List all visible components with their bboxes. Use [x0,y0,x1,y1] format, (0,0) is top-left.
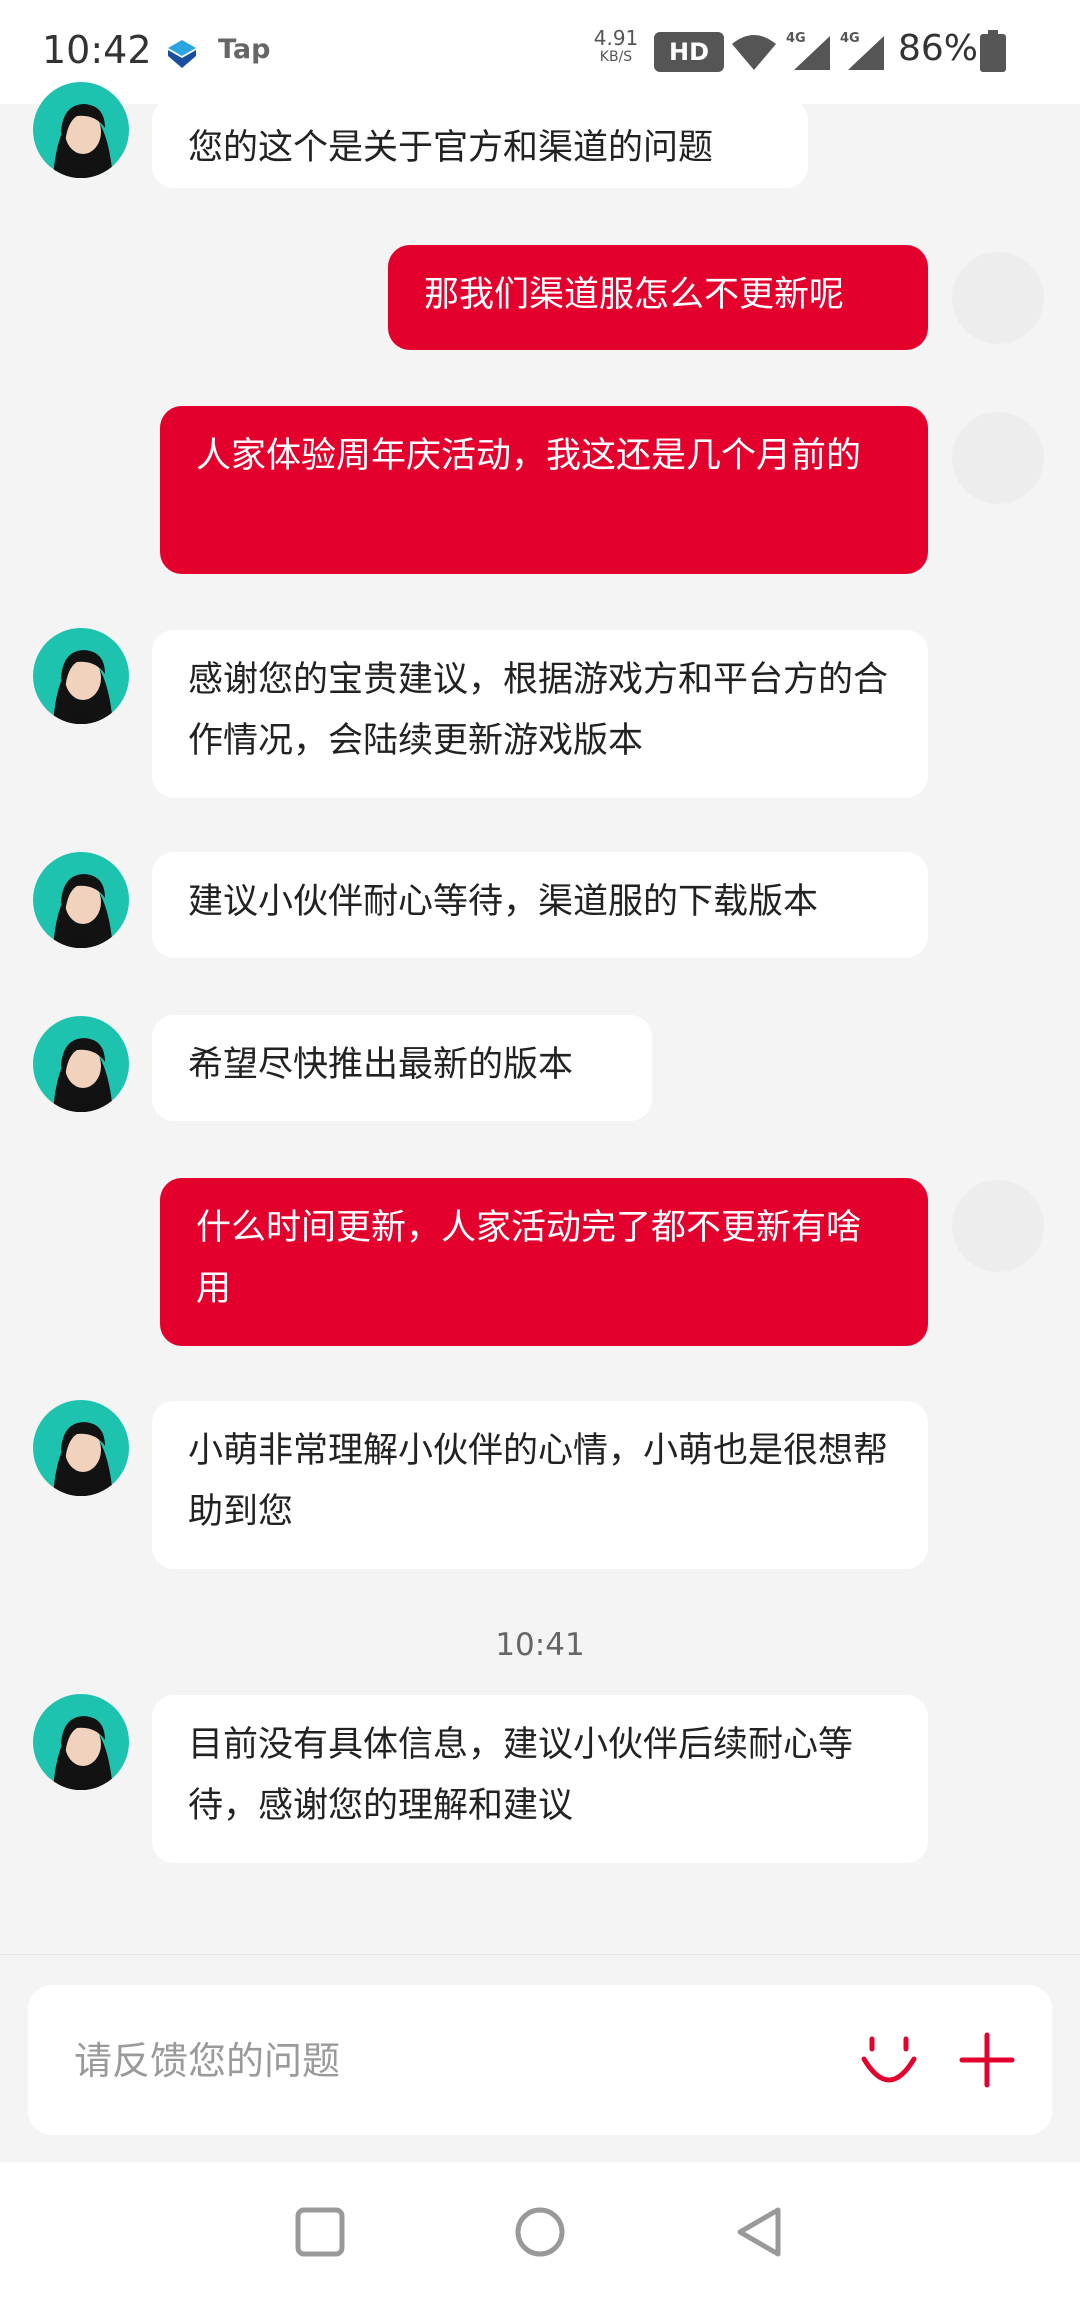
message-bubble-user: 那我们渠道服怎么不更新呢 [388,245,928,350]
network-speed-value: 4.91 [593,26,639,50]
agent-avatar[interactable] [33,1016,129,1112]
message-bubble-agent: 您的这个是关于官方和渠道的问题 [152,98,808,188]
wifi-icon [732,35,776,70]
agent-avatar[interactable] [33,1400,129,1496]
battery-percent: 86% [898,28,979,69]
navigation-bar [0,2162,1080,2297]
signal-4g-icon-2: 4G [840,31,884,70]
person-avatar-icon [53,1716,113,1790]
triangle-back-icon[interactable] [730,2202,790,2262]
person-avatar-icon [53,1422,113,1496]
person-avatar-icon [53,1038,113,1112]
message-bubble-agent: 小萌非常理解小伙伴的心情，小萌也是很想帮助到您 [152,1401,928,1569]
input-area [0,1954,1080,2163]
feedback-input[interactable] [72,2015,856,2107]
message-bubble-agent: 希望尽快推出最新的版本 [152,1015,652,1121]
signal-4g-icon: 4G [786,31,830,70]
user-avatar[interactable] [952,1180,1044,1272]
agent-avatar[interactable] [33,852,129,948]
message-bubble-agent: 建议小伙伴耐心等待，渠道服的下载版本 [152,852,928,958]
hd-badge: HD [654,32,724,72]
agent-avatar[interactable] [33,628,129,724]
message-bubble-agent: 目前没有具体信息，建议小伙伴后续耐心等待，感谢您的理解和建议 [152,1695,928,1863]
svg-text:4G: 4G [786,31,806,46]
agent-avatar[interactable] [33,1694,129,1790]
person-avatar-icon [53,650,113,724]
person-avatar-icon [53,104,113,178]
square-icon[interactable] [290,2202,350,2262]
user-avatar[interactable] [952,412,1044,504]
plus-icon[interactable] [956,2029,1018,2091]
person-avatar-icon [53,874,113,948]
message-bubble-user: 人家体验周年庆活动，我这还是几个月前的 [160,406,928,574]
message-bubble-agent: 感谢您的宝贵建议，根据游戏方和平台方的合作情况，会陆续更新游戏版本 [152,630,928,798]
network-speed: 4.91 KB/S [592,28,640,64]
status-bar: 10:42 Tap 4.91 KB/S HD 4G 4G 86% [0,0,1080,104]
svg-text:4G: 4G [840,31,860,46]
status-time: 10:42 [42,28,152,72]
tap-app-icon: Tap [218,34,271,65]
agent-avatar[interactable] [33,82,129,178]
hd-label: HD [668,38,709,66]
app-notification-icon [168,40,196,68]
user-avatar[interactable] [952,252,1044,344]
input-box [28,1985,1052,2135]
battery-icon [980,30,1006,72]
smile-icon[interactable] [858,2029,920,2091]
chat-timestamp: 10:41 [495,1627,585,1663]
network-speed-unit: KB/S [599,49,633,65]
message-bubble-user: 什么时间更新，人家活动完了都不更新有啥用 [160,1178,928,1346]
circle-icon[interactable] [510,2202,570,2262]
